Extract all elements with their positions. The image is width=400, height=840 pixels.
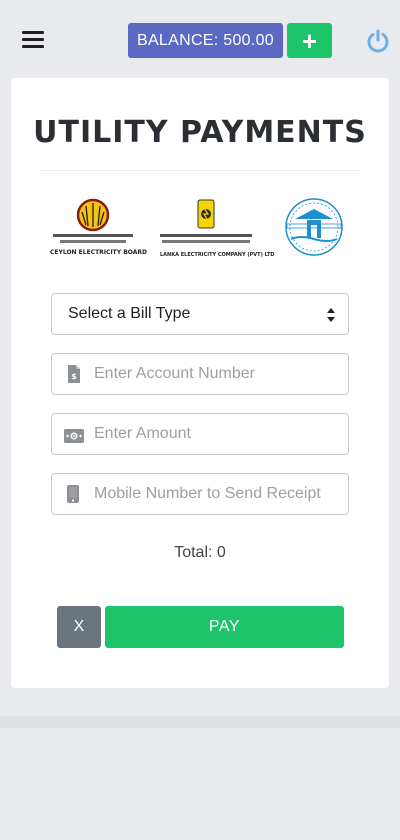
invoice-dollar-icon: $ <box>68 365 80 383</box>
balance-button[interactable]: BALANCE: 500.00 <box>128 23 283 58</box>
hamburger-menu-icon[interactable] <box>20 28 46 50</box>
page-title: UTILITY PAYMENTS <box>33 115 367 150</box>
money-bill-icon: 0 <box>64 429 84 443</box>
bottom-divider <box>0 716 400 728</box>
bill-type-selected: Select a Bill Type <box>68 305 191 322</box>
bill-type-select[interactable]: Select a Bill Type <box>51 293 349 335</box>
select-arrows-icon <box>327 308 335 322</box>
pay-label: PAY <box>208 618 241 635</box>
total-label: Total: 0 <box>174 544 226 561</box>
power-icon[interactable] <box>365 28 391 54</box>
amount-input[interactable] <box>94 415 344 453</box>
leco-logo[interactable]: LANKA ELECTRICITY COMPANY (PVT) LTD <box>158 196 275 262</box>
svg-text:0: 0 <box>72 434 76 441</box>
cancel-button[interactable]: X <box>57 606 101 648</box>
leco-logo-caption: LANKA ELECTRICITY COMPANY (PVT) LTD <box>160 252 275 258</box>
add-balance-button[interactable]: + <box>287 23 332 58</box>
cancel-label: X <box>73 618 85 635</box>
mobile-number-input[interactable] <box>94 475 344 513</box>
balance-label: BALANCE: 500.00 <box>136 31 275 49</box>
mobile-number-field[interactable] <box>51 473 349 515</box>
ceb-logo-caption: CEYLON ELECTRICITY BOARD <box>50 249 147 256</box>
water-board-logo[interactable] <box>277 197 351 257</box>
svg-text:$: $ <box>71 372 77 381</box>
mobile-phone-icon <box>67 485 79 503</box>
pay-button[interactable]: PAY <box>105 606 344 648</box>
top-bar: BALANCE: 500.00 + <box>0 0 400 78</box>
plus-icon: + <box>301 25 318 56</box>
ceb-logo[interactable]: CEYLON ELECTRICITY BOARD <box>50 198 147 260</box>
account-number-field[interactable]: $ <box>51 353 349 395</box>
account-number-input[interactable] <box>94 355 344 393</box>
amount-field[interactable]: 0 <box>51 413 349 455</box>
title-divider <box>40 170 360 171</box>
